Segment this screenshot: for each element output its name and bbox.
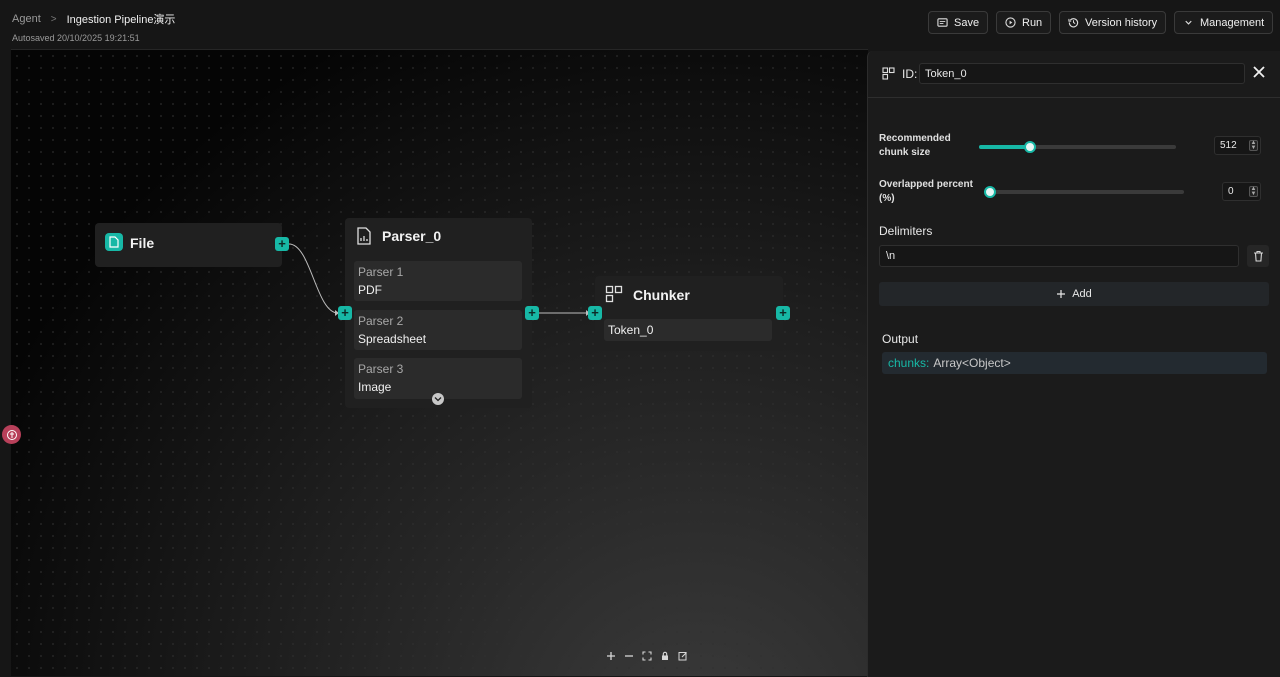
file-output-handle[interactable]: + <box>275 237 289 251</box>
minus-icon <box>625 655 633 657</box>
breadcrumb-agent-link[interactable]: Agent <box>12 13 41 25</box>
parser-item-value: PDF <box>358 283 382 297</box>
edge-file-parser <box>288 243 339 314</box>
chunk-size-slider-thumb[interactable] <box>1024 141 1037 153</box>
output-key: chunks: <box>888 356 930 370</box>
document-chart-icon <box>357 227 371 245</box>
stepper-arrows-icon[interactable]: ▲ ▼ <box>1249 140 1258 151</box>
chunker-output-handle[interactable]: + <box>776 306 790 320</box>
fit-view-button[interactable] <box>641 650 653 662</box>
flow-canvas[interactable]: File + Parser_0 Parser 1 PDF Parser 2 Sp… <box>11 49 868 676</box>
parser-item-value: Image <box>358 380 392 394</box>
chunk-size-value: 512 <box>1220 140 1237 151</box>
save-button-label: Save <box>954 16 980 29</box>
run-button[interactable]: Run <box>996 11 1052 34</box>
overlap-input[interactable]: 0 ▲ ▼ <box>1222 182 1261 201</box>
file-node-title: File <box>130 235 155 251</box>
parser-output-handle[interactable]: + <box>525 306 539 320</box>
breadcrumb-current-page: Ingestion Pipeline演示 <box>66 14 176 26</box>
chunker-input-handle[interactable]: + <box>588 306 602 320</box>
delete-delimiter-button[interactable] <box>1247 245 1269 267</box>
zoom-out-button[interactable] <box>623 650 635 662</box>
chunker-item-value: Token_0 <box>608 323 654 337</box>
parser-item[interactable]: Parser 2 Spreadsheet <box>354 310 522 350</box>
parser-item-label: Parser 3 <box>358 362 404 376</box>
overlap-slider-thumb[interactable] <box>984 186 996 198</box>
breadcrumb-separator: > <box>50 13 57 25</box>
lock-button[interactable] <box>659 650 671 662</box>
close-icon[interactable] <box>1252 65 1266 79</box>
chevron-down-icon <box>1185 20 1192 25</box>
edit-note-icon <box>678 652 687 661</box>
breadcrumb: Agent > Ingestion Pipeline演示 <box>12 11 175 27</box>
node-id-input[interactable]: Token_0 <box>919 63 1245 84</box>
chunker-node-title: Chunker <box>633 287 690 303</box>
plus-icon <box>1057 290 1066 298</box>
canvas-controls <box>605 647 689 665</box>
parser-node[interactable]: Parser_0 Parser 1 PDF Parser 2 Spreadshe… <box>345 218 532 408</box>
history-icon <box>1068 18 1079 28</box>
note-button[interactable] <box>677 650 689 662</box>
floating-avatar-icon[interactable] <box>2 425 21 444</box>
zoom-in-button[interactable] <box>605 650 617 662</box>
version-history-label: Version history <box>1085 16 1158 29</box>
chunk-size-input[interactable]: 512 ▲ ▼ <box>1214 136 1261 155</box>
parser-item-label: Parser 1 <box>358 265 404 279</box>
chunk-size-slider-fill <box>979 145 1031 149</box>
delimiter-input[interactable]: \n <box>879 245 1239 267</box>
management-button[interactable]: Management <box>1174 11 1274 34</box>
delimiters-title: Delimiters <box>879 224 933 238</box>
blocks-icon <box>605 285 623 303</box>
add-delimiter-button[interactable]: Add <box>879 282 1269 306</box>
node-settings-panel: ID: Token_0 Recommended chunk size 512 ▲… <box>867 51 1280 677</box>
save-button[interactable]: Save <box>928 11 989 34</box>
plus-icon <box>607 652 615 660</box>
top-header: Agent > Ingestion Pipeline演示 Autosaved 2… <box>0 0 1280 49</box>
file-icon <box>105 233 123 251</box>
output-type: Array<Object> <box>933 356 1011 370</box>
panel-header: ID: Token_0 <box>868 51 1280 98</box>
trash-icon <box>1253 250 1263 262</box>
chunk-size-slider[interactable] <box>979 141 1176 153</box>
chunker-item[interactable]: Token_0 <box>604 319 772 341</box>
output-title: Output <box>882 332 919 346</box>
run-button-label: Run <box>1022 16 1043 29</box>
save-icon <box>937 18 948 27</box>
overlap-value: 0 <box>1228 186 1234 197</box>
file-node[interactable]: File <box>95 223 282 267</box>
parser-item-label: Parser 2 <box>358 314 404 328</box>
stepper-arrows-icon[interactable]: ▲ ▼ <box>1249 186 1258 197</box>
parser-node-title: Parser_0 <box>382 228 442 244</box>
lock-icon <box>662 651 668 660</box>
autosave-status: Autosaved 20/10/2025 19:21:51 <box>12 33 140 43</box>
output-variable: chunks: Array<Object> <box>882 352 1267 374</box>
fullscreen-icon <box>642 651 652 661</box>
management-label: Management <box>1200 16 1265 29</box>
overlap-slider[interactable] <box>984 186 1184 198</box>
version-history-button[interactable]: Version history <box>1059 11 1167 34</box>
chunker-node[interactable]: Chunker Token_0 <box>595 276 783 351</box>
parser-item-value: Spreadsheet <box>358 332 427 346</box>
chunk-size-label: Recommended chunk size <box>879 133 951 158</box>
blocks-icon <box>882 67 895 80</box>
add-button-label: Add <box>1072 288 1092 300</box>
play-circle-icon <box>1005 17 1016 28</box>
parser-input-handle[interactable]: + <box>338 306 352 320</box>
parser-item[interactable]: Parser 1 PDF <box>354 261 522 301</box>
id-label: ID: <box>902 67 918 81</box>
expand-chevron-icon[interactable] <box>432 393 444 405</box>
overlap-label: Overlapped percent (%) <box>879 179 973 204</box>
